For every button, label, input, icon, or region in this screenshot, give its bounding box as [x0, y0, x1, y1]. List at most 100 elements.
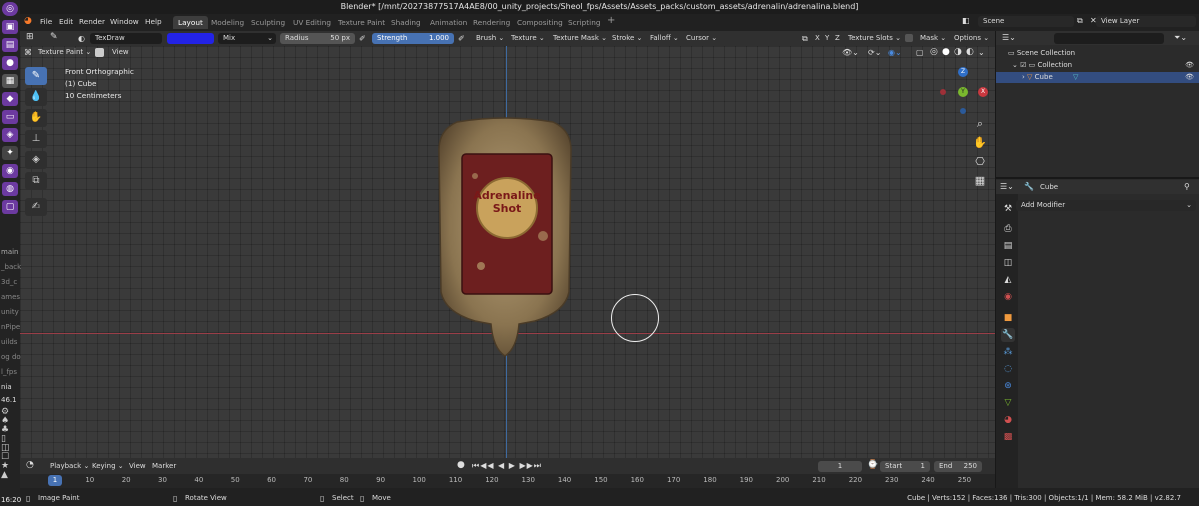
menu-view[interactable]: View — [112, 47, 129, 58]
outliner-collection[interactable]: ⌄ ☑ ▭ Collection 👁 — [996, 60, 1199, 71]
menu-texture-mask[interactable]: Texture Mask ⌄ — [553, 33, 607, 44]
menu-texture[interactable]: Texture ⌄ — [511, 33, 545, 44]
dock-app-icon[interactable]: ▦ — [2, 74, 18, 88]
shading-solid-icon[interactable]: ● — [942, 47, 950, 58]
menu-keying[interactable]: Keying ⌄ — [92, 461, 124, 472]
add-workspace-button[interactable]: + — [602, 14, 620, 27]
outliner-search[interactable] — [1054, 33, 1164, 44]
gizmo-y-axis[interactable]: Y — [958, 87, 968, 97]
dock-app-icon[interactable]: ▢ — [2, 200, 18, 214]
dock-blender-icon[interactable]: ✦ — [2, 146, 18, 160]
end-frame-field[interactable]: End 250 — [934, 461, 982, 472]
tab-scripting[interactable]: Scripting — [563, 16, 605, 29]
3d-viewport[interactable]: Adrenaline Shot Front Orthographic (1) Cu… — [20, 46, 995, 458]
annotate-tool-icon[interactable]: ✍ — [25, 198, 47, 216]
menu-file[interactable]: File — [40, 17, 52, 26]
new-scene-icon[interactable]: ⧉ — [1077, 16, 1083, 26]
start-frame-field[interactable]: Start 1 — [880, 461, 930, 472]
frame-cursor[interactable]: 1 — [48, 475, 62, 486]
mask-tool-icon[interactable]: ⧉ — [25, 172, 47, 190]
shading-rendered-icon[interactable]: ◐ — [966, 47, 974, 58]
shading-options-icon[interactable]: ⌄ — [978, 47, 985, 58]
add-modifier-dropdown[interactable]: Add Modifier ⌄ — [1016, 200, 1196, 211]
tab-modeling[interactable]: Modeling — [206, 16, 249, 29]
pin-icon[interactable]: ⚲ — [1184, 181, 1190, 192]
grid-ortho-icon[interactable]: ▦ — [971, 173, 989, 189]
output-tab-icon[interactable]: ▤ — [1001, 239, 1015, 253]
symmetry-x-toggle[interactable]: X — [815, 33, 820, 44]
brush-icon[interactable]: ✎ — [50, 32, 58, 43]
mask-checkbox[interactable] — [905, 34, 913, 42]
camera-icon[interactable]: ⎔ — [971, 154, 989, 170]
dock-app-icon[interactable]: ▣ — [2, 20, 18, 34]
dock-vscode-icon[interactable]: ◈ — [2, 128, 18, 142]
dock-firefox-icon[interactable]: ● — [2, 56, 18, 70]
editor-type-icon[interactable]: ⊞ — [26, 32, 34, 43]
gizmo-neg-x[interactable] — [940, 89, 946, 95]
dock-app-icon[interactable]: ▤ — [2, 38, 18, 52]
particles-tab-icon[interactable]: ⁂ — [1001, 345, 1015, 359]
soften-tool-icon[interactable]: 💧 — [25, 88, 47, 106]
menu-brush[interactable]: Brush ⌄ — [476, 33, 504, 44]
tab-texture-paint[interactable]: Texture Paint — [333, 16, 390, 29]
dock-folder-icon[interactable]: ▭ — [2, 110, 18, 124]
smear-tool-icon[interactable]: ✋ — [25, 109, 47, 127]
pan-hand-icon[interactable]: ✋ — [971, 135, 989, 151]
shading-wireframe-icon[interactable]: ◎ — [930, 47, 938, 58]
gizmo-x-axis[interactable]: X — [978, 87, 988, 97]
view-layer-tab-icon[interactable]: ◫ — [1001, 256, 1015, 270]
scene-tab-icon[interactable]: ◭ — [1001, 273, 1015, 287]
menu-falloff[interactable]: Falloff ⌄ — [650, 33, 679, 44]
gizmo-neg-z[interactable] — [960, 108, 966, 114]
view-layer-selector[interactable]: View Layer — [1096, 16, 1196, 27]
filter-icon[interactable]: ⏷⌄ — [1174, 32, 1187, 43]
eye-icon[interactable]: 👁 — [1185, 60, 1194, 71]
visibility-icon[interactable]: 👁⌄ — [842, 47, 859, 58]
eye-icon[interactable]: 👁 — [1185, 72, 1194, 83]
outliner-editor-icon[interactable]: ☰⌄ — [1002, 32, 1016, 43]
fill-tool-icon[interactable]: ◈ — [25, 151, 47, 169]
clone-tool-icon[interactable]: ⊥ — [25, 130, 47, 148]
mode-icon[interactable]: ⌘ — [24, 47, 32, 58]
data-tab-icon[interactable]: ▽ — [1001, 396, 1015, 410]
viewport-gizmo-icon[interactable]: ⟳⌄ — [868, 47, 881, 58]
object-tab-icon[interactable]: ■ — [1001, 311, 1015, 325]
draw-tool-icon[interactable]: ✎ — [25, 67, 47, 85]
outliner-scene-collection[interactable]: ▭ Scene Collection — [996, 48, 1199, 59]
gizmo-z-axis[interactable]: Z — [958, 67, 968, 77]
material-tab-icon[interactable]: ◕ — [1001, 413, 1015, 427]
tab-sculpting[interactable]: Sculpting — [246, 16, 290, 29]
strength-slider[interactable]: Strength 1.000 — [372, 33, 454, 44]
texture-tab-icon[interactable]: ▩ — [1001, 430, 1015, 444]
scene-icon[interactable]: ◧ — [962, 16, 970, 25]
menu-render[interactable]: Render — [79, 17, 105, 26]
os-logo-icon[interactable]: ◎ — [2, 2, 18, 16]
menu-stroke[interactable]: Stroke ⌄ — [612, 33, 642, 44]
tool-tab-icon[interactable]: ⚒ — [1001, 202, 1015, 216]
xray-icon[interactable]: ▢ — [916, 47, 924, 58]
brush-name-field[interactable]: TexDraw — [90, 33, 162, 44]
properties-editor-icon[interactable]: ☰⌄ — [1000, 181, 1014, 192]
symmetry-z-toggle[interactable]: Z — [835, 33, 840, 44]
mask-mode-toggle[interactable] — [95, 48, 104, 57]
menu-playback[interactable]: Playback ⌄ — [50, 461, 89, 472]
tab-compositing[interactable]: Compositing — [512, 16, 568, 29]
tab-uv-editing[interactable]: UV Editing — [288, 16, 336, 29]
zoom-icon[interactable]: ⌕ — [971, 116, 989, 132]
radius-slider[interactable]: Radius 50 px — [280, 33, 355, 44]
render-tab-icon[interactable]: ⎙ — [1001, 222, 1015, 236]
blender-logo-icon[interactable]: ◕ — [24, 16, 32, 26]
symmetry-y-toggle[interactable]: Y — [825, 33, 829, 44]
shading-material-icon[interactable]: ◑ — [954, 47, 962, 58]
overlays-icon[interactable]: ◉⌄ — [888, 47, 902, 58]
playback-controls[interactable]: ⏮◀◀ ◀ ▶ ▶▶⏭ — [472, 460, 542, 471]
mode-dropdown[interactable]: Texture Paint ⌄ — [38, 47, 91, 58]
tab-layout[interactable]: Layout — [173, 16, 208, 29]
timeline-ruler[interactable]: 1 10 20 30 40 50 60 70 80 90 100 110 120 130 140 150 16… — [20, 474, 995, 488]
constraints-tab-icon[interactable]: ⊛ — [1001, 379, 1015, 393]
tray-icons[interactable]: ⚙ ♠ ♣ ▯ ◫ ☐ ★ ▲ — [1, 408, 10, 480]
menu-window[interactable]: Window — [110, 17, 139, 26]
record-icon[interactable]: ● — [457, 460, 465, 471]
pressure-icon[interactable]: ✐ — [458, 33, 465, 44]
dock-app-icon[interactable]: ◉ — [2, 164, 18, 178]
